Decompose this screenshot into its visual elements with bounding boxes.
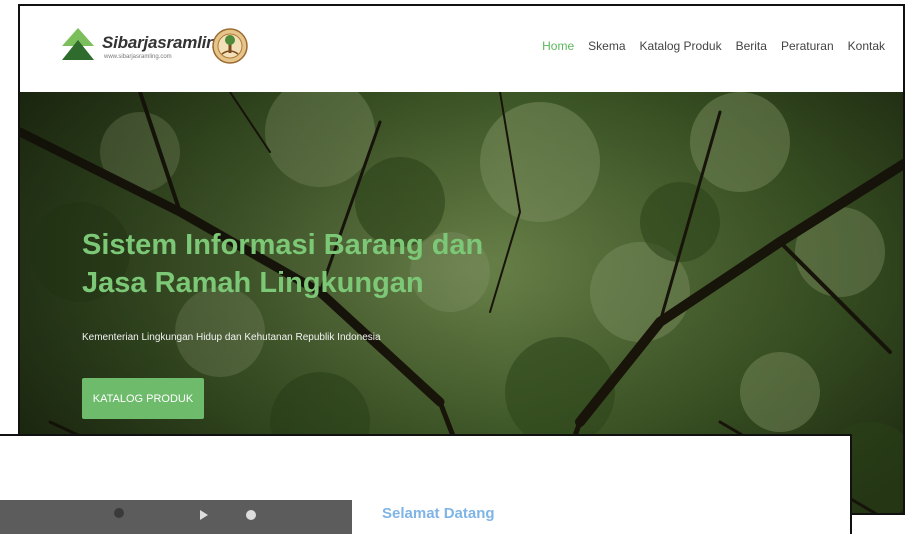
play-icon[interactable] (200, 510, 208, 520)
video-thumbnail[interactable] (0, 500, 352, 534)
main-nav: Home Skema Katalog Produk Berita Peratur… (542, 39, 885, 53)
ministry-emblem-icon (212, 28, 248, 64)
hero-title: Sistem Informasi Barang dan Jasa Ramah L… (82, 229, 484, 299)
nav-item-home[interactable]: Home (542, 39, 574, 53)
katalog-produk-button[interactable]: KATALOG PRODUK (82, 378, 204, 419)
brand-url: www.sibarjasramling.com (104, 54, 172, 60)
navbar: Sibarjasramling www.sibarjasramling.com … (20, 6, 903, 92)
second-page-window: Selamat Datang (0, 434, 852, 534)
brand-name[interactable]: Sibarjasramling (102, 33, 227, 53)
welcome-heading: Selamat Datang (382, 505, 495, 522)
nav-item-kontak[interactable]: Kontak (848, 39, 885, 53)
nav-item-katalog-produk[interactable]: Katalog Produk (640, 39, 722, 53)
nav-item-berita[interactable]: Berita (736, 39, 767, 53)
nav-item-peraturan[interactable]: Peraturan (781, 39, 834, 53)
circle-icon (246, 510, 256, 520)
nav-item-skema[interactable]: Skema (588, 39, 625, 53)
tree-logo-icon[interactable] (60, 26, 96, 70)
hero-subtitle: Kementerian Lingkungan Hidup dan Kehutan… (82, 332, 381, 343)
person-silhouette-icon (114, 508, 124, 518)
